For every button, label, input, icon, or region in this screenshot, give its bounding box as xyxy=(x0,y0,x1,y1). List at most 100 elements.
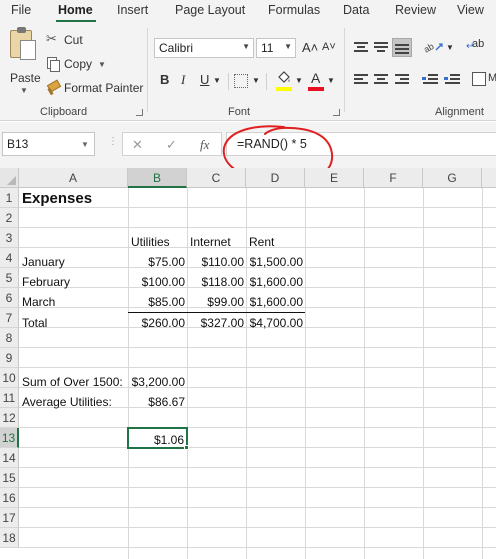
format-painter-button[interactable]: Format Painter xyxy=(46,78,143,98)
cell-a4[interactable]: January xyxy=(22,252,126,272)
column-header-b[interactable]: B xyxy=(128,168,187,188)
row-header-17[interactable]: 17 xyxy=(0,508,19,528)
align-center-icon[interactable] xyxy=(373,72,389,86)
borders-dropdown-icon[interactable]: ▼ xyxy=(252,76,260,85)
underline-dropdown-icon[interactable]: ▼ xyxy=(213,76,221,85)
column-header-g[interactable]: G xyxy=(423,168,482,188)
cell-d5[interactable]: $1,600.00 xyxy=(246,272,303,292)
tab-view[interactable]: View xyxy=(457,3,484,17)
column-header-e[interactable]: E xyxy=(305,168,364,188)
row-header-9[interactable]: 9 xyxy=(0,348,19,368)
worksheet-grid[interactable]: A B C D E F G 1 2 3 4 5 6 7 8 9 10 11 12… xyxy=(0,168,496,559)
copy-dropdown-icon[interactable]: ▼ xyxy=(98,60,106,69)
align-bottom-icon[interactable] xyxy=(392,38,412,57)
cell-d7[interactable]: $4,700.00 xyxy=(246,313,303,333)
fill-color-button[interactable] xyxy=(276,70,292,91)
align-left-icon[interactable] xyxy=(353,72,369,86)
drag-handle-icon[interactable]: ⋮ xyxy=(108,136,118,147)
orientation-dropdown-icon[interactable]: ▼ xyxy=(446,43,454,52)
row-header-3[interactable]: 3 xyxy=(0,228,19,248)
row-header-8[interactable]: 8 xyxy=(0,328,19,348)
paste-button[interactable]: Paste ▼ xyxy=(3,26,41,96)
cell-c5[interactable]: $118.00 xyxy=(187,272,245,292)
column-header-a[interactable]: A xyxy=(19,168,128,188)
column-header-d[interactable]: D xyxy=(246,168,305,188)
row-header-18[interactable]: 18 xyxy=(0,528,19,548)
cell-b5[interactable]: $100.00 xyxy=(128,272,185,292)
cancel-icon[interactable]: ✕ xyxy=(132,137,143,153)
cut-button[interactable]: Cut xyxy=(46,30,83,50)
row-header-16[interactable]: 16 xyxy=(0,488,19,508)
increase-indent-icon[interactable] xyxy=(444,72,460,86)
tab-home[interactable]: Home xyxy=(58,3,93,17)
row-header-1[interactable]: 1 xyxy=(0,188,19,208)
tab-insert[interactable]: Insert xyxy=(117,3,148,17)
cell-d4[interactable]: $1,500.00 xyxy=(246,252,303,272)
cell-b11[interactable]: $86.67 xyxy=(128,392,185,412)
cell-b13[interactable]: $1.06 xyxy=(128,430,184,450)
row-header-7[interactable]: 7 xyxy=(0,308,19,328)
font-color-dropdown-icon[interactable]: ▼ xyxy=(327,76,335,85)
cell-a1[interactable]: Expenses xyxy=(22,189,126,209)
font-launcher-icon[interactable] xyxy=(333,109,340,116)
font-name-box[interactable]: Calibri ▼ xyxy=(154,38,254,58)
decrease-indent-icon[interactable] xyxy=(422,72,438,86)
row-header-10[interactable]: 10 xyxy=(0,368,19,388)
cell-a7[interactable]: Total xyxy=(22,313,126,333)
fill-dropdown-icon[interactable]: ▼ xyxy=(295,76,303,85)
tab-file[interactable]: File xyxy=(11,3,31,17)
tab-data[interactable]: Data xyxy=(343,3,369,17)
column-header-f[interactable]: F xyxy=(364,168,423,188)
merge-center-button[interactable]: M xyxy=(472,72,496,88)
select-all-button[interactable] xyxy=(0,168,19,188)
cell-d3[interactable]: Rent xyxy=(249,232,305,252)
align-middle-icon[interactable] xyxy=(373,40,389,54)
cell-d6[interactable]: $1,600.00 xyxy=(246,292,303,312)
column-header-c[interactable]: C xyxy=(187,168,246,188)
orientation-button[interactable]: ab xyxy=(422,38,446,56)
shrink-font-icon[interactable]: A˅ xyxy=(322,41,336,53)
cell-a5[interactable]: February xyxy=(22,272,126,292)
row-header-6[interactable]: 6 xyxy=(0,288,19,308)
cell-b7[interactable]: $260.00 xyxy=(128,313,185,333)
tab-page-layout[interactable]: Page Layout xyxy=(175,3,245,17)
row-header-4[interactable]: 4 xyxy=(0,248,19,268)
row-header-15[interactable]: 15 xyxy=(0,468,19,488)
row-header-2[interactable]: 2 xyxy=(0,208,19,228)
underline-button[interactable]: U xyxy=(200,72,209,87)
fill-handle[interactable] xyxy=(184,445,189,450)
cell-c3[interactable]: Internet xyxy=(190,232,246,252)
column-header-h-partial[interactable] xyxy=(482,168,496,188)
wrap-text-button[interactable]: ab ↵ xyxy=(464,35,496,55)
row-header-14[interactable]: 14 xyxy=(0,448,19,468)
enter-icon[interactable]: ✓ xyxy=(166,137,177,153)
cell-c4[interactable]: $110.00 xyxy=(187,252,245,272)
paste-dropdown-icon[interactable]: ▼ xyxy=(20,86,28,95)
font-size-box[interactable]: 11 ▼ xyxy=(256,38,296,58)
cell-a6[interactable]: March xyxy=(22,292,126,312)
row-header-11[interactable]: 11 xyxy=(0,388,19,408)
borders-icon[interactable] xyxy=(234,74,248,88)
tab-formulas[interactable]: Formulas xyxy=(268,3,320,17)
cell-a10[interactable]: Sum of Over 1500: xyxy=(22,372,126,392)
tab-review[interactable]: Review xyxy=(395,3,436,17)
row-header-5[interactable]: 5 xyxy=(0,268,19,288)
cell-b10[interactable]: $3,200.00 xyxy=(128,372,185,392)
cell-c6[interactable]: $99.00 xyxy=(187,292,244,312)
insert-function-icon[interactable]: fx xyxy=(200,137,209,153)
formula-input[interactable]: =RAND() * 5 xyxy=(226,132,496,156)
clipboard-launcher-icon[interactable] xyxy=(136,109,143,116)
bold-button[interactable]: B xyxy=(160,72,169,87)
align-top-icon[interactable] xyxy=(353,40,369,54)
cell-c7[interactable]: $327.00 xyxy=(187,313,244,333)
cell-b6[interactable]: $85.00 xyxy=(128,292,185,312)
italic-button[interactable]: I xyxy=(181,72,185,88)
grow-font-icon[interactable]: A˄ xyxy=(302,40,318,55)
chevron-down-icon[interactable]: ▼ xyxy=(81,140,89,149)
row-header-12[interactable]: 12 xyxy=(0,408,19,428)
cell-b4[interactable]: $75.00 xyxy=(128,252,185,272)
cell-a11[interactable]: Average Utilities: xyxy=(22,392,126,412)
row-header-13[interactable]: 13 xyxy=(0,428,19,448)
cell-b3[interactable]: Utilities xyxy=(131,232,187,252)
font-color-button[interactable]: A xyxy=(308,70,324,91)
